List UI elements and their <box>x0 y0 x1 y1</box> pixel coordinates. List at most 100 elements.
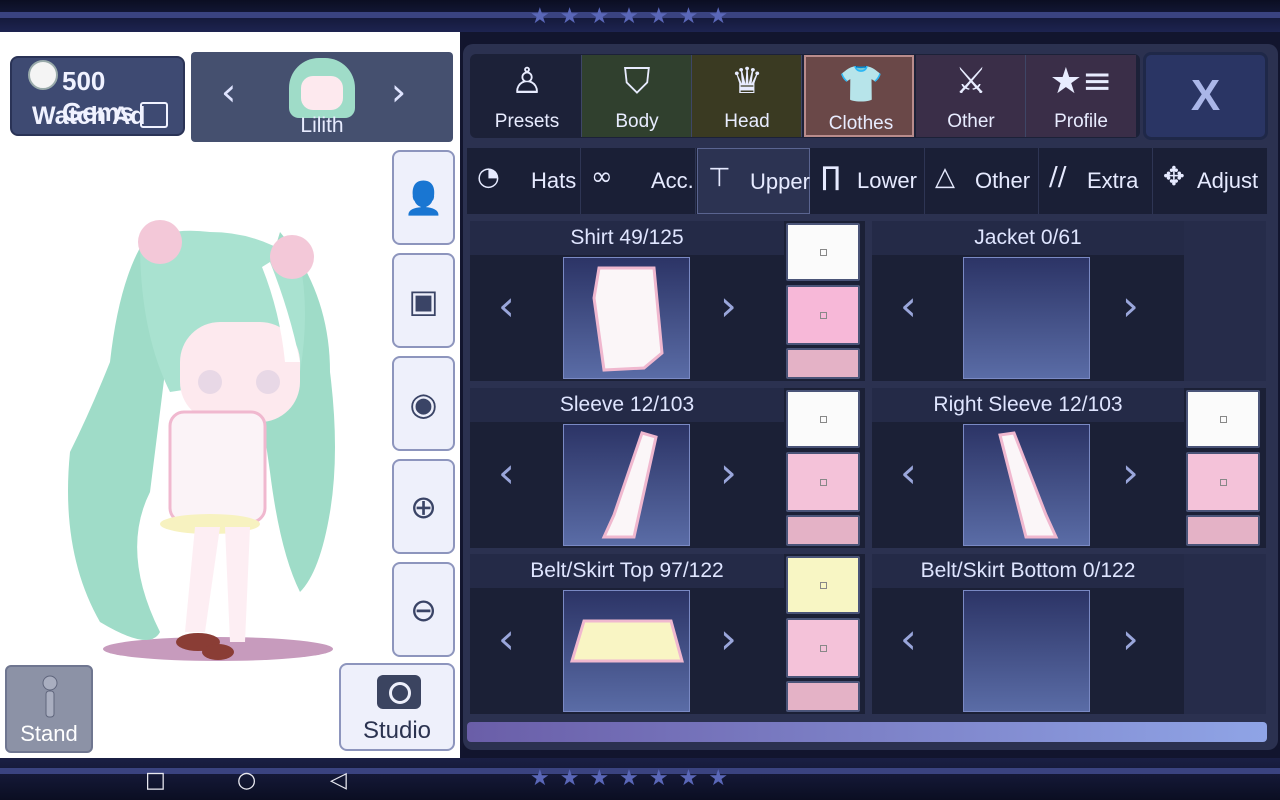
next-item-button[interactable]: › <box>1122 448 1139 497</box>
watch-ad-label[interactable]: Watch Ad <box>32 102 145 131</box>
sword-cat-icon: ⚔ <box>954 61 988 102</box>
star-decoration: ★★★★★★★ <box>530 766 739 791</box>
gem-icon <box>28 60 58 90</box>
star-decoration: ★★★★★★★ <box>530 4 739 29</box>
subtab-lower[interactable]: ∏ Lower <box>811 148 925 214</box>
skirt-preview <box>569 619 684 663</box>
zoom-in-button[interactable]: ⊕ <box>392 459 455 554</box>
background-button[interactable]: ▣ <box>392 253 455 348</box>
tab-label: Other <box>947 111 995 132</box>
empty-swatch-area <box>1184 221 1266 381</box>
subtab-label: Extra <box>1087 168 1139 193</box>
tab-other[interactable]: ⚔ Other <box>916 55 1026 137</box>
color-swatch[interactable] <box>786 348 860 379</box>
item-preview <box>563 590 690 712</box>
next-item-button[interactable]: › <box>1122 281 1139 330</box>
item-preview <box>563 257 690 379</box>
next-item-button[interactable]: › <box>720 448 737 497</box>
studio-button[interactable]: Studio <box>339 663 455 751</box>
shirt-icon: 👕 <box>838 64 884 105</box>
subtab-upper[interactable]: ⊤ Upper <box>697 148 810 214</box>
stand-button[interactable]: Stand <box>5 665 93 753</box>
slot-belt-skirt-top: Belt/Skirt Top 97/122 ‹ › <box>470 554 865 714</box>
color-swatch[interactable] <box>1186 452 1260 512</box>
recents-button[interactable]: □ <box>145 768 166 793</box>
prev-character-button[interactable]: ‹ <box>221 70 236 114</box>
app-root: ★★★★★★★ 500 Gems Watch Ad ‹ › Lilith 👤 ▣… <box>0 0 1280 800</box>
close-button[interactable]: X <box>1143 52 1268 140</box>
subtab-other[interactable]: △ Other <box>925 148 1039 214</box>
color-swatch[interactable] <box>786 515 860 546</box>
color-swatch[interactable] <box>786 452 860 512</box>
subtab-hats[interactable]: ◔ Hats <box>467 148 581 214</box>
character-stage[interactable]: 500 Gems Watch Ad ‹ › Lilith 👤 ▣ ◉ ⊕ ⊖ <box>0 32 460 758</box>
item-preview <box>563 424 690 546</box>
slot-title: Right Sleeve 12/103 <box>872 388 1184 422</box>
add-person-icon: 👤 <box>403 178 444 217</box>
next-item-button[interactable]: › <box>720 281 737 330</box>
home-button[interactable]: ○ <box>237 768 256 793</box>
android-nav: □ ○ ◁ <box>140 768 370 796</box>
zoom-in-icon: ⊕ <box>410 487 437 526</box>
cape-icon: △ <box>935 162 955 192</box>
color-swatch[interactable] <box>1186 515 1260 546</box>
color-swatch[interactable] <box>786 618 860 678</box>
film-icon <box>140 102 168 128</box>
subtab-extra[interactable]: // Extra <box>1039 148 1153 214</box>
color-swatch[interactable] <box>786 223 860 281</box>
pants-icon: ∏ <box>821 162 841 192</box>
stand-pose-icon <box>42 675 58 718</box>
eye-button[interactable]: ◉ <box>392 356 455 451</box>
prev-item-button[interactable]: ‹ <box>900 614 917 663</box>
glasses-icon: ∞ <box>591 162 613 192</box>
slot-title: Belt/Skirt Top 97/122 <box>470 554 784 588</box>
color-swatch[interactable] <box>786 681 860 712</box>
color-swatch[interactable] <box>786 556 860 614</box>
slot-title: Belt/Skirt Bottom 0/122 <box>872 554 1184 588</box>
prev-item-button[interactable]: ‹ <box>900 281 917 330</box>
subtab-label: Other <box>975 168 1031 193</box>
empty-swatch-area <box>1184 554 1266 714</box>
shirt-outline-icon: ⊤ <box>708 163 731 193</box>
next-character-button[interactable]: › <box>391 70 406 114</box>
cap-icon: ◔ <box>477 162 500 192</box>
prev-item-button[interactable]: ‹ <box>498 614 515 663</box>
add-person-button[interactable]: 👤 <box>392 150 455 245</box>
back-button[interactable]: ◁ <box>330 768 347 793</box>
gems-panel[interactable]: 500 Gems Watch Ad <box>10 56 185 136</box>
prev-item-button[interactable]: ‹ <box>498 448 515 497</box>
camera-icon <box>377 675 421 709</box>
subtab-label: Upper <box>750 169 810 194</box>
color-swatch[interactable] <box>786 285 860 345</box>
subtab-accessories[interactable]: ∞ Acc. <box>581 148 696 214</box>
tab-presets[interactable]: ♙ Presets <box>472 55 582 137</box>
tab-label: Clothes <box>828 113 894 134</box>
zoom-out-icon: ⊖ <box>410 590 437 629</box>
slot-sleeve: Sleeve 12/103 ‹ › <box>470 388 865 548</box>
tab-label: Head <box>724 111 770 132</box>
jacket-icon: ⛉ <box>623 61 651 102</box>
slot-title: Jacket 0/61 <box>872 221 1184 255</box>
next-item-button[interactable]: › <box>1122 614 1139 663</box>
tab-clothes[interactable]: 👕 Clothes <box>804 55 914 137</box>
slot-shirt: Shirt 49/125 ‹ › <box>470 221 865 381</box>
character-name: Lilith <box>300 114 344 137</box>
horizontal-scrollbar[interactable] <box>467 722 1267 742</box>
tab-body[interactable]: ⛉ Body <box>582 55 692 137</box>
color-swatch[interactable] <box>1186 390 1260 448</box>
tab-label: Presets <box>494 111 560 132</box>
tab-head[interactable]: ♛ Head <box>692 55 802 137</box>
zoom-out-button[interactable]: ⊖ <box>392 562 455 657</box>
prev-item-button[interactable]: ‹ <box>900 448 917 497</box>
prev-item-button[interactable]: ‹ <box>498 281 515 330</box>
top-banner: ★★★★★★★ <box>0 0 1280 32</box>
tab-profile[interactable]: ★≡ Profile <box>1026 55 1136 137</box>
slot-right-sleeve: Right Sleeve 12/103 ‹ › <box>872 388 1266 548</box>
move-icon: ✥ <box>1163 162 1185 192</box>
tab-label: Body <box>615 111 659 132</box>
item-preview <box>963 257 1090 379</box>
color-swatch[interactable] <box>786 390 860 448</box>
subtab-adjust[interactable]: ✥ Adjust <box>1153 148 1267 214</box>
character-selector: ‹ › Lilith <box>191 52 453 142</box>
next-item-button[interactable]: › <box>720 614 737 663</box>
